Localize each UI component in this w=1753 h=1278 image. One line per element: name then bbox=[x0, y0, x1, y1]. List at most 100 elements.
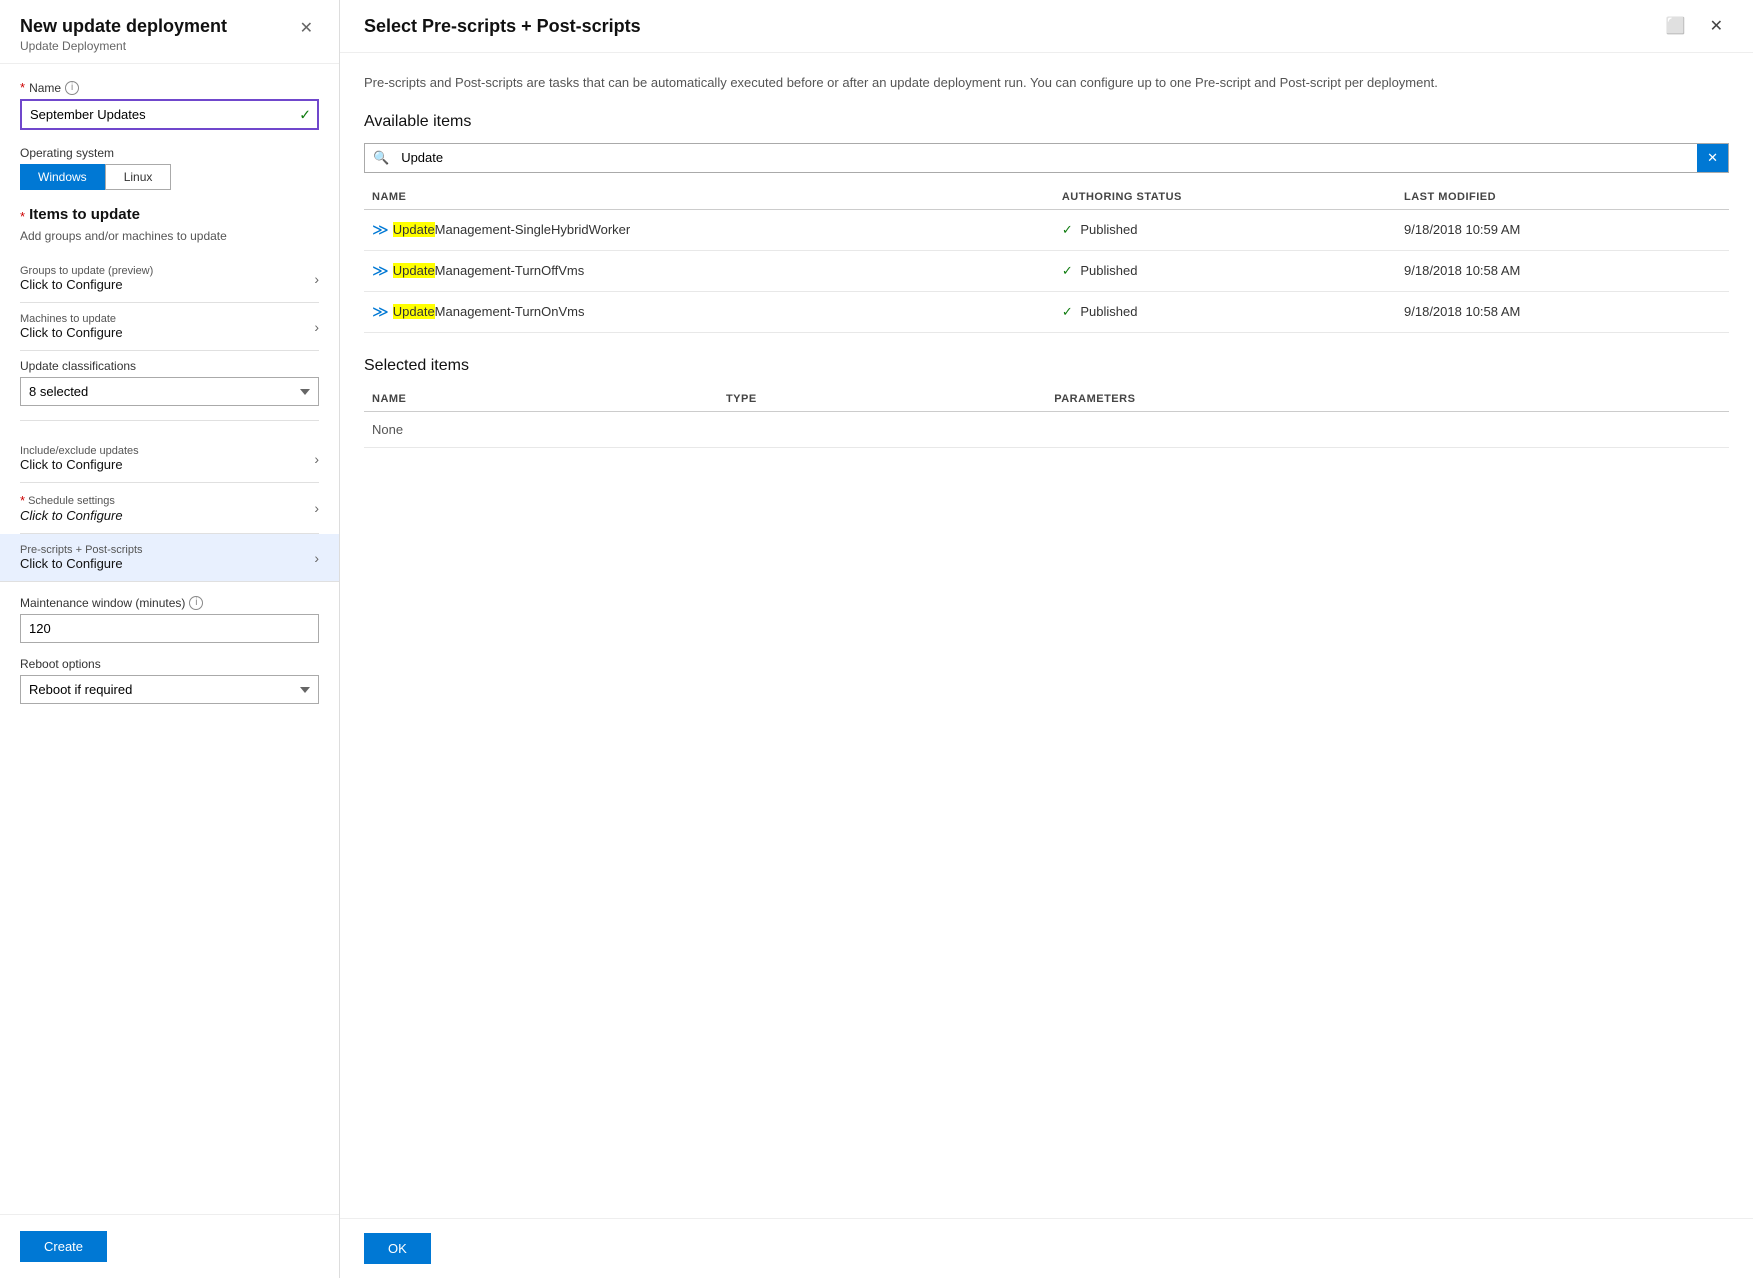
col-name-header: NAME bbox=[364, 185, 1054, 210]
row1-name-cell: ≫ UpdateManagement-SingleHybridWorker bbox=[372, 220, 1046, 240]
search-icon: 🔍 bbox=[365, 144, 397, 172]
reboot-label: Reboot options bbox=[20, 657, 319, 671]
groups-config-item[interactable]: Groups to update (preview) Click to Conf… bbox=[20, 255, 319, 303]
table-row[interactable]: ≫ UpdateManagement-SingleHybridWorker ✓ … bbox=[364, 209, 1729, 250]
col-modified-header: LAST MODIFIED bbox=[1396, 185, 1729, 210]
groups-chevron-icon: › bbox=[314, 271, 319, 287]
row3-name-text: UpdateManagement-TurnOnVms bbox=[393, 304, 585, 319]
os-section: Operating system Windows Linux bbox=[20, 146, 319, 190]
table-row[interactable]: ≫ UpdateManagement-TurnOnVms ✓ Published… bbox=[364, 291, 1729, 332]
table-row[interactable]: ≫ UpdateManagement-TurnOffVms ✓ Publishe… bbox=[364, 250, 1729, 291]
published-check-1: ✓ bbox=[1062, 222, 1073, 237]
prescripts-text: Pre-scripts + Post-scripts Click to Conf… bbox=[20, 544, 143, 571]
right-panel: Select Pre-scripts + Post-scripts ⬜ ✕ Pr… bbox=[340, 0, 1753, 1278]
create-button[interactable]: Create bbox=[20, 1231, 107, 1262]
panel-title: New update deployment bbox=[20, 16, 227, 37]
prescripts-config-item[interactable]: Pre-scripts + Post-scripts Click to Conf… bbox=[0, 534, 339, 582]
schedule-text: * Schedule settings Click to Configure bbox=[20, 493, 123, 523]
row2-name-cell: ≫ UpdateManagement-TurnOffVms bbox=[372, 261, 1046, 281]
maintenance-input[interactable] bbox=[20, 614, 319, 643]
right-footer: OK bbox=[340, 1218, 1753, 1278]
include-exclude-value: Click to Configure bbox=[20, 457, 139, 472]
left-body: * Name i ✓ Operating system Windows Linu… bbox=[0, 64, 339, 1214]
available-items-section: Available items 🔍 ✕ NAME AUTHORING STATU… bbox=[364, 113, 1729, 333]
include-exclude-config-item[interactable]: Include/exclude updates Click to Configu… bbox=[20, 435, 319, 483]
close-right-panel-button[interactable]: ✕ bbox=[1704, 14, 1729, 38]
row2-status: ✓ Published bbox=[1054, 250, 1396, 291]
selected-col-params-header: PARAMETERS bbox=[1046, 387, 1729, 412]
row1-name: ≫ UpdateManagement-SingleHybridWorker bbox=[364, 209, 1054, 250]
row2-name: ≫ UpdateManagement-TurnOffVms bbox=[364, 250, 1054, 291]
left-header: New update deployment Update Deployment … bbox=[0, 0, 339, 64]
right-body: Pre-scripts and Post-scripts are tasks t… bbox=[340, 53, 1753, 1218]
search-bar: 🔍 ✕ bbox=[364, 143, 1729, 173]
search-input[interactable] bbox=[397, 144, 1697, 171]
schedule-value: Click to Configure bbox=[20, 508, 123, 523]
prescripts-chevron-icon: › bbox=[314, 550, 319, 566]
name-input-wrapper: ✓ bbox=[20, 99, 319, 130]
left-footer: Create bbox=[0, 1214, 339, 1278]
machines-config-text: Machines to update Click to Configure bbox=[20, 313, 123, 340]
available-items-heading: Available items bbox=[364, 113, 1729, 131]
maintenance-info-icon[interactable]: i bbox=[189, 596, 203, 610]
prescripts-label: Pre-scripts + Post-scripts bbox=[20, 544, 143, 556]
close-left-panel-button[interactable]: ✕ bbox=[294, 16, 319, 40]
classifications-row: Update classifications 8 selected bbox=[20, 359, 319, 421]
groups-config-text: Groups to update (preview) Click to Conf… bbox=[20, 265, 153, 292]
include-exclude-label: Include/exclude updates bbox=[20, 445, 139, 457]
row2-modified: 9/18/2018 10:58 AM bbox=[1396, 250, 1729, 291]
available-table-header-row: NAME AUTHORING STATUS LAST MODIFIED bbox=[364, 185, 1729, 210]
items-section-title: Items to update bbox=[29, 206, 140, 223]
script-icon-3: ≫ bbox=[372, 302, 389, 322]
published-check-2: ✓ bbox=[1062, 263, 1073, 278]
machines-config-label: Machines to update bbox=[20, 313, 123, 325]
published-check-3: ✓ bbox=[1062, 304, 1073, 319]
col-authoring-header: AUTHORING STATUS bbox=[1054, 185, 1396, 210]
selected-none-row: None bbox=[364, 411, 1729, 447]
selected-items-heading: Selected items bbox=[364, 357, 1729, 375]
available-items-table: NAME AUTHORING STATUS LAST MODIFIED ≫ Up… bbox=[364, 185, 1729, 333]
reboot-row: Reboot options Reboot if required Always… bbox=[20, 657, 319, 704]
row2-name-text: UpdateManagement-TurnOffVms bbox=[393, 263, 584, 278]
selected-none-text: None bbox=[364, 411, 1729, 447]
name-input[interactable] bbox=[20, 99, 319, 130]
row3-name-cell: ≫ UpdateManagement-TurnOnVms bbox=[372, 302, 1046, 322]
maximize-button[interactable]: ⬜ bbox=[1660, 14, 1692, 38]
name-required-star: * bbox=[20, 80, 25, 95]
os-buttons: Windows Linux bbox=[20, 164, 319, 190]
right-header: Select Pre-scripts + Post-scripts ⬜ ✕ bbox=[340, 0, 1753, 53]
reboot-select[interactable]: Reboot if required Always reboot Never r… bbox=[20, 675, 319, 704]
row3-modified: 9/18/2018 10:58 AM bbox=[1396, 291, 1729, 332]
ok-button[interactable]: OK bbox=[364, 1233, 431, 1264]
selected-table-header-row: NAME TYPE PARAMETERS bbox=[364, 387, 1729, 412]
schedule-config-item[interactable]: * Schedule settings Click to Configure › bbox=[20, 483, 319, 534]
selected-items-tbody: None bbox=[364, 411, 1729, 447]
classifications-select[interactable]: 8 selected bbox=[20, 377, 319, 406]
os-linux-button[interactable]: Linux bbox=[105, 164, 172, 190]
os-windows-button[interactable]: Windows bbox=[20, 164, 105, 190]
maintenance-row: Maintenance window (minutes) i bbox=[20, 596, 319, 643]
row3-name: ≫ UpdateManagement-TurnOnVms bbox=[364, 291, 1054, 332]
selected-col-type-header: TYPE bbox=[718, 387, 1046, 412]
name-field-row: * Name i ✓ bbox=[20, 80, 319, 130]
left-header-text: New update deployment Update Deployment bbox=[20, 16, 227, 53]
maintenance-label-text: Maintenance window (minutes) bbox=[20, 596, 185, 610]
script-icon-2: ≫ bbox=[372, 261, 389, 281]
name-field-label: * Name i bbox=[20, 80, 319, 95]
schedule-chevron-icon: › bbox=[314, 500, 319, 516]
groups-config-value: Click to Configure bbox=[20, 277, 153, 292]
name-check-icon: ✓ bbox=[299, 106, 311, 123]
right-panel-title: Select Pre-scripts + Post-scripts bbox=[364, 16, 641, 37]
available-items-tbody: ≫ UpdateManagement-SingleHybridWorker ✓ … bbox=[364, 209, 1729, 332]
row1-name-prefix: UpdateManagement-SingleHybridWorker bbox=[393, 222, 631, 237]
row1-modified: 9/18/2018 10:59 AM bbox=[1396, 209, 1729, 250]
search-clear-button[interactable]: ✕ bbox=[1697, 144, 1728, 172]
items-required-star: * bbox=[20, 209, 25, 224]
items-section-desc: Add groups and/or machines to update bbox=[20, 229, 319, 243]
machines-config-item[interactable]: Machines to update Click to Configure › bbox=[20, 303, 319, 351]
name-info-icon[interactable]: i bbox=[65, 81, 79, 95]
machines-chevron-icon: › bbox=[314, 319, 319, 335]
script-icon-1: ≫ bbox=[372, 220, 389, 240]
schedule-label: * Schedule settings bbox=[20, 493, 123, 508]
name-label-text: Name bbox=[29, 81, 61, 95]
